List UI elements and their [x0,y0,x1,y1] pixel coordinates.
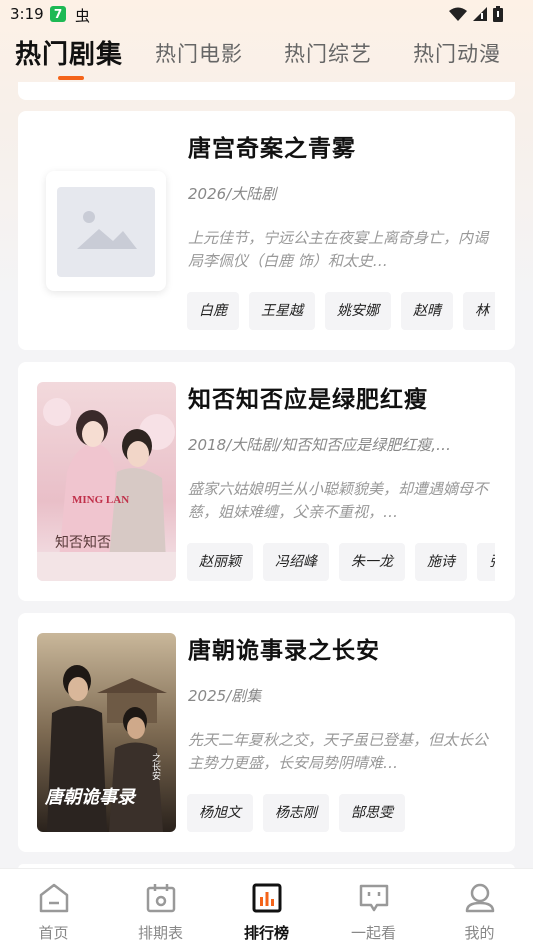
show-card[interactable]: 唐宫奇案之青雾 2026/大陆剧 上元佳节，宁远公主在夜宴上离奇身亡，内谒局李佩… [18,111,515,350]
status-bar: 3:19 7 虫 [0,0,533,28]
signal-icon [473,7,487,21]
poster-logo: MING LAN [72,494,130,506]
cast-chip[interactable]: 杨旭文 [187,794,253,832]
cast-chip[interactable]: 王星越 [249,292,315,330]
show-title: 唐宫奇案之青雾 [188,136,356,162]
calendar-icon [146,884,176,913]
cast-chip[interactable]: 郜思雯 [339,794,405,832]
cast-chip[interactable]: 赵晴 [401,292,453,330]
nav-profile[interactable]: 我的 [426,869,533,949]
nav-label: 首页 [38,924,69,942]
status-indicators [449,6,503,22]
battery-icon [493,6,503,22]
cast-chip[interactable]: 朱一龙 [339,543,405,581]
status-time: 3:19 [10,5,44,23]
nav-label: 排行榜 [243,924,289,942]
cast-chip[interactable]: 冯绍峰 [263,543,329,581]
show-description: 盛家六姑娘明兰从小聪颖貌美，却遭遇嫡母不慈，姐妹难缠，父亲不重视，… [188,480,489,521]
cast-list: 白鹿 王星越 姚安娜 赵晴林 [187,292,495,332]
poster-calligraphy: 知否知否 [55,535,111,551]
tab-hot-movies[interactable]: 热门电影 [155,38,243,68]
cast-list: 赵丽颖冯绍峰朱一龙施诗张 [187,543,495,583]
poster-calligraphy: 唐朝诡事录 [45,787,135,808]
show-meta: 2018/大陆剧/知否知否应是绿肥红瘦,… [188,436,452,454]
tab-indicator [58,76,84,80]
show-poster: MING LAN 知否知否 [37,382,176,581]
show-meta: 2025/剧集 [188,687,262,705]
show-meta: 2026/大陆剧 [188,185,277,203]
tab-hot-series[interactable]: 热门剧集 [15,34,123,71]
show-card[interactable]: MING LAN 知否知否 知否知否应是绿肥红瘦 2018/大陆剧/知否知否应是… [18,362,515,601]
tab-hot-variety[interactable]: 热门综艺 [284,38,372,68]
bottom-navigation: 首页 排期表 排行榜 一起看 我的 [0,868,533,949]
notification-badge-icon: 7 [50,6,66,22]
nav-schedule[interactable]: 排期表 [107,869,214,949]
cast-list: 杨旭文 杨志刚 郜思雯 [187,794,495,834]
cast-chip[interactable]: 杨志刚 [263,794,329,832]
ranking-icon [252,883,282,913]
show-title: 知否知否应是绿肥红瘦 [188,387,428,413]
cast-chip[interactable]: 姚安娜 [325,292,391,330]
show-card[interactable]: 唐朝诡事录 之长安 唐朝诡事录之长安 2025/剧集 先天二年夏秋之交，天子虽已… [18,613,515,852]
cast-chip[interactable]: 林 [463,292,495,330]
nav-label: 排期表 [137,924,183,942]
nav-label: 一起看 [350,924,396,942]
poster-subtitle: 之长安 [150,753,160,780]
show-description: 上元佳节，宁远公主在夜宴上离奇身亡，内谒局李佩仪（白鹿 饰）和太史… [188,229,489,270]
category-tabs: 热门剧集 热门电影 热门综艺 热门动漫 [0,30,533,82]
nav-home[interactable]: 首页 [0,869,107,949]
cast-chip[interactable]: 白鹿 [187,292,239,330]
app-notification-icon: 虫 [75,7,91,25]
home-icon [39,883,69,913]
nav-label: 我的 [464,924,495,942]
placeholder-image-icon [46,171,166,291]
nav-watch-together[interactable]: 一起看 [320,869,427,949]
profile-icon [465,883,495,913]
wifi-icon [449,7,467,21]
watch-together-icon [359,884,389,912]
previous-card-edge [18,82,515,100]
tab-hot-anime[interactable]: 热门动漫 [413,38,501,68]
nav-ranking[interactable]: 排行榜 [213,869,320,949]
show-title: 唐朝诡事录之长安 [188,638,380,664]
show-description: 先天二年夏秋之交，天子虽已登基，但太长公主势力更盛，长安局势阴晴难… [188,731,489,772]
cast-chip[interactable]: 张 [477,543,495,581]
cast-chip[interactable]: 赵丽颖 [187,543,253,581]
show-poster: 唐朝诡事录 之长安 [37,633,176,832]
cast-chip[interactable]: 施诗 [415,543,467,581]
